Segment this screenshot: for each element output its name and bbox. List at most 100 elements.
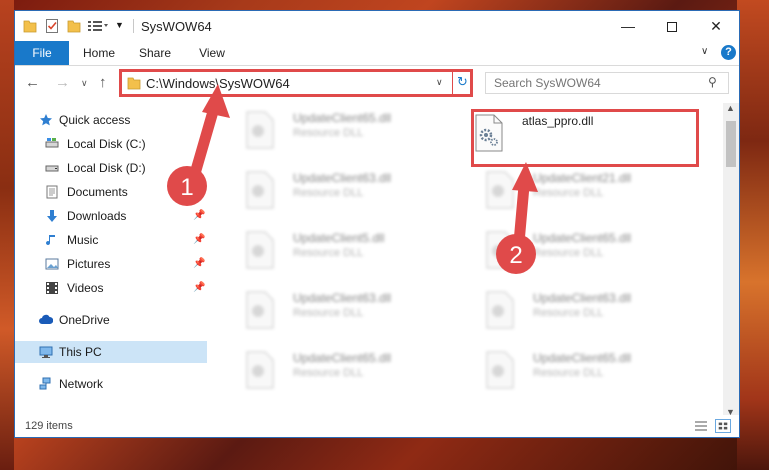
search-box[interactable]: ⚲ [485, 72, 729, 94]
tab-home[interactable]: Home [75, 41, 123, 65]
file-type: Resource DLL [293, 127, 364, 139]
sidebar-item-music[interactable]: Music 📌 [15, 229, 207, 251]
refresh-icon[interactable]: ↻ [457, 74, 468, 90]
file-type: Resource DLL [533, 307, 604, 319]
file-item[interactable]: UpdateClient65.dll Resource DLL [471, 347, 671, 397]
view-properties-icon[interactable] [87, 18, 109, 34]
large-icons-view-icon[interactable] [715, 419, 731, 433]
dll-file-icon [246, 231, 274, 269]
dll-file-icon [246, 351, 274, 389]
up-arrow-icon[interactable]: ↑ [99, 74, 107, 91]
file-type: Resource DLL [293, 187, 364, 199]
close-button[interactable]: ✕ [693, 11, 739, 41]
dll-file-icon [246, 171, 274, 209]
sidebar-item-videos[interactable]: Videos 📌 [15, 277, 207, 299]
window-title: SysWOW64 [141, 19, 212, 34]
file-item[interactable]: UpdateClient5.dll Resource DLL [231, 227, 431, 277]
sidebar-item-label: This PC [59, 345, 102, 359]
back-arrow-icon[interactable]: ← [25, 74, 40, 91]
sidebar-item-pictures[interactable]: Pictures 📌 [15, 253, 207, 275]
navigation-pane: Quick access Local Disk (C:) Local Disk … [15, 103, 209, 409]
expand-ribbon-chevron-icon[interactable]: ∨ [701, 46, 708, 57]
cloud-icon [39, 314, 53, 324]
star-icon [40, 114, 52, 126]
sidebar-item-network[interactable]: Network [15, 373, 207, 395]
file-list: UpdateClient65.dll Resource DLL UpdateCl… [221, 103, 721, 409]
pictures-icon [45, 258, 59, 270]
sidebar-item-local-disk-c[interactable]: Local Disk (C:) [15, 133, 207, 155]
dll-file-icon [486, 351, 514, 389]
status-bar: 129 items [15, 415, 739, 437]
sidebar-item-label: OneDrive [59, 313, 110, 327]
ribbon-tabs: File Home Share View ∨ ? [15, 41, 739, 66]
title-bar: ▼ SysWOW64 — ✕ [15, 11, 739, 41]
desktop-background-right [737, 0, 769, 470]
file-item[interactable]: UpdateClient63.dll Resource DLL [231, 287, 431, 337]
file-type: Resource DLL [293, 367, 364, 379]
file-item[interactable]: UpdateClient21.dll Resource DLL [471, 167, 671, 217]
search-input[interactable] [494, 75, 694, 91]
sidebar-item-label: Quick access [59, 113, 131, 127]
tab-file[interactable]: File [15, 41, 69, 65]
sidebar-item-label: Downloads [67, 209, 127, 223]
file-item[interactable]: UpdateClient63.dll Resource DLL [231, 167, 431, 217]
videos-icon [46, 282, 58, 294]
dll-gear-file-icon [475, 114, 503, 152]
sidebar-item-local-disk-d[interactable]: Local Disk (D:) [15, 157, 207, 179]
file-name: UpdateClient63.dll [293, 291, 392, 305]
computer-icon [39, 346, 53, 358]
dll-file-icon [486, 291, 514, 329]
sidebar-item-quick-access[interactable]: Quick access [15, 109, 207, 131]
sidebar-item-onedrive[interactable]: OneDrive [15, 309, 207, 331]
sidebar-item-label: Network [59, 377, 104, 391]
file-type: Resource DLL [533, 187, 604, 199]
file-type: Resource DLL [533, 247, 604, 259]
minimize-icon: — [621, 18, 635, 34]
file-explorer-window: ▼ SysWOW64 — ✕ File Home Share View ∨ ? … [14, 10, 740, 438]
new-folder-icon[interactable] [67, 18, 81, 34]
details-view-icon[interactable] [693, 419, 709, 433]
documents-icon [46, 185, 58, 199]
file-item-atlas-ppro-dll[interactable]: atlas_ppro.dll [471, 109, 699, 167]
network-icon [39, 377, 51, 390]
scroll-up-arrow-icon[interactable]: ▲ [726, 103, 735, 113]
pin-icon[interactable]: 📌 [193, 205, 205, 227]
dll-file-icon [486, 231, 514, 269]
vertical-scrollbar[interactable]: ▲ ▼ [723, 103, 739, 421]
file-item[interactable]: UpdateClient65.dll Resource DLL [231, 107, 431, 157]
recent-locations-chevron-icon[interactable]: ∨ [81, 78, 88, 89]
file-name: UpdateClient21.dll [533, 171, 632, 185]
pin-icon[interactable]: 📌 [193, 277, 205, 299]
drive-icon [45, 165, 59, 172]
file-item[interactable]: UpdateClient63.dll Resource DLL [471, 287, 671, 337]
address-dropdown-chevron-icon[interactable]: ∨ [436, 77, 443, 88]
sidebar-item-documents[interactable]: Documents [15, 181, 207, 203]
file-name: UpdateClient63.dll [533, 291, 632, 305]
pin-icon[interactable]: 📌 [193, 229, 205, 251]
minimize-button[interactable]: — [605, 11, 651, 41]
forward-arrow-icon[interactable]: → [55, 74, 70, 91]
customize-toolbar-chevron-icon[interactable]: ▼ [115, 20, 125, 36]
maximize-button[interactable] [649, 11, 695, 41]
sidebar-item-this-pc[interactable]: This PC [15, 341, 207, 363]
scroll-thumb[interactable] [726, 121, 736, 167]
file-name: UpdateClient63.dll [293, 171, 392, 185]
properties-check-icon[interactable] [45, 18, 59, 34]
folder-icon[interactable] [23, 18, 37, 34]
help-icon[interactable]: ? [721, 45, 736, 60]
file-item[interactable]: UpdateClient65.dll Resource DLL [231, 347, 431, 397]
folder-icon [127, 77, 141, 90]
tab-view[interactable]: View [189, 41, 235, 65]
pin-icon[interactable]: 📌 [193, 253, 205, 275]
file-name: UpdateClient65.dll [533, 351, 632, 365]
search-icon[interactable]: ⚲ [708, 75, 717, 89]
tab-share[interactable]: Share [129, 41, 181, 65]
file-item[interactable]: UpdateClient65.dll Resource DLL [471, 227, 671, 277]
file-type: Resource DLL [533, 367, 604, 379]
sidebar-item-downloads[interactable]: Downloads 📌 [15, 205, 207, 227]
address-path[interactable]: C:\Windows\SysWOW64 [146, 76, 290, 91]
file-type: Resource DLL [293, 307, 364, 319]
close-icon: ✕ [710, 18, 722, 34]
address-bar[interactable]: C:\Windows\SysWOW64 ∨ ↻ [119, 69, 473, 97]
sidebar-item-label: Documents [67, 185, 128, 199]
